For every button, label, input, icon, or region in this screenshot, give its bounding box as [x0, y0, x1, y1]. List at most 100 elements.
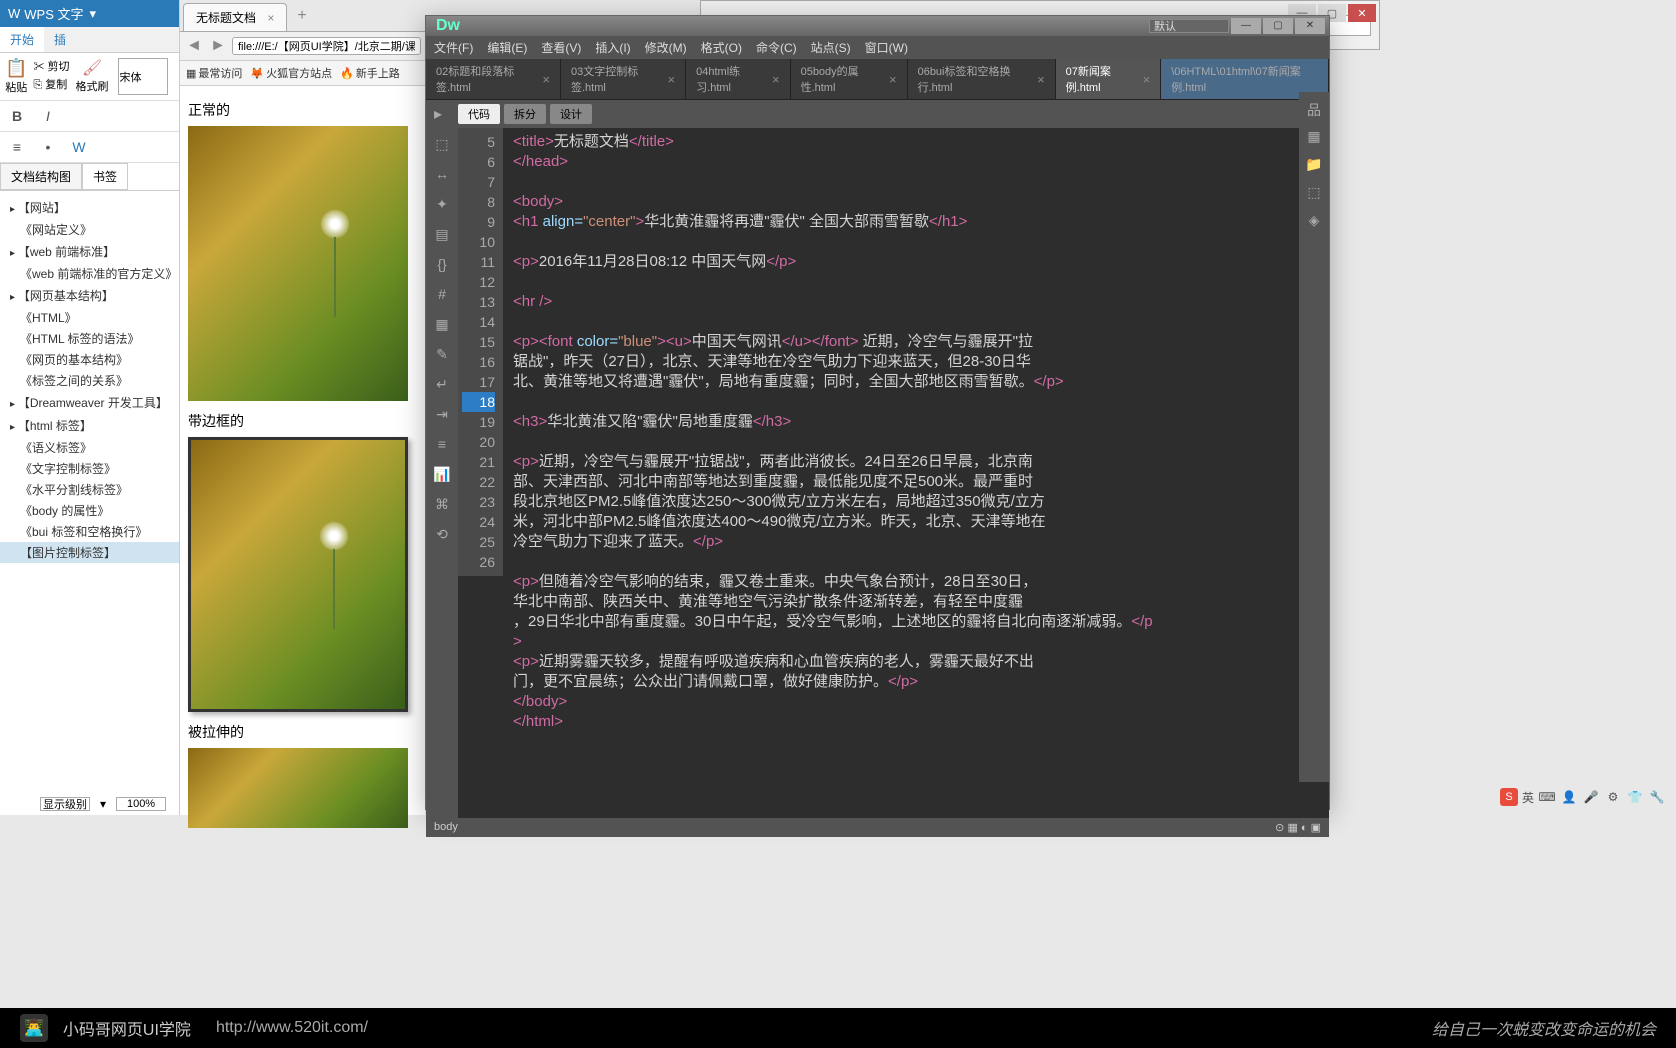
tab-close-icon[interactable]: × [542, 72, 550, 87]
format-painter-icon[interactable]: 🖌 [82, 58, 102, 78]
bold-button[interactable]: B [3, 104, 31, 128]
tree-section[interactable]: 【Dreamweaver 开发工具】 [0, 391, 179, 414]
tree-section[interactable]: 【web 前端标准】 [0, 240, 179, 263]
file-tab[interactable]: 04html练习.html× [686, 59, 790, 99]
url-bar[interactable] [232, 37, 421, 55]
new-tab-button[interactable]: + [289, 3, 314, 31]
expand-icon[interactable]: ▸ [434, 104, 454, 124]
dom-path[interactable]: body [434, 821, 458, 834]
menu-item[interactable]: 站点(S) [811, 39, 851, 56]
file-tab[interactable]: 05body的属性.html× [791, 59, 908, 99]
tool-snippet[interactable]: ⌘ [432, 496, 452, 512]
dw-close-button[interactable]: ✕ [1295, 18, 1325, 34]
ime-lang-label[interactable]: 英 [1522, 789, 1534, 806]
panel-files-icon[interactable]: 📁 [1304, 156, 1324, 174]
browser-tab[interactable]: 无标题文档 × [183, 3, 287, 31]
menu-item[interactable]: 修改(M) [645, 39, 687, 56]
wps-tab-start[interactable]: 开始 [0, 27, 44, 52]
bookmark-most-visited[interactable]: ▦ 最常访问 [186, 65, 242, 81]
tree-item[interactable]: 《语义标签》 [0, 437, 179, 458]
cut-button[interactable]: ✂ 剪切 [33, 58, 69, 74]
tree-item[interactable]: 《标签之间的关系》 [0, 370, 179, 391]
back-button[interactable]: ◄ [184, 36, 204, 56]
tab-close-icon[interactable]: × [772, 72, 780, 87]
sogou-ime-icon[interactable]: S [1500, 788, 1518, 806]
panel-dom-icon[interactable]: ◈ [1304, 212, 1324, 230]
tree-item[interactable]: 《文字控制标签》 [0, 458, 179, 479]
file-tab[interactable]: 07新闻案例.html× [1056, 59, 1162, 99]
font-select[interactable] [118, 58, 168, 95]
forward-button[interactable]: ► [208, 36, 228, 56]
tool-select[interactable]: ✦ [432, 196, 452, 212]
tab-close-icon[interactable]: × [668, 72, 676, 87]
tool-open-docs[interactable]: ⬚ [432, 136, 452, 152]
tab-close-icon[interactable]: × [267, 11, 274, 25]
close-button[interactable]: ✕ [1348, 4, 1376, 22]
wps-tab-insert[interactable]: 插 [44, 27, 76, 52]
copy-button[interactable]: ⎘ 复制 [33, 76, 69, 92]
word-icon[interactable]: W [65, 135, 93, 159]
menu-item[interactable]: 查看(V) [541, 39, 581, 56]
panel-assets-icon[interactable]: ⬚ [1304, 184, 1324, 202]
tree-item[interactable]: 《bui 标签和空格换行》 [0, 521, 179, 542]
bullet-icon[interactable]: • [34, 135, 62, 159]
zoom-label-input[interactable] [40, 797, 90, 811]
tool-line-num[interactable]: # [432, 286, 452, 302]
panel-insert-icon[interactable]: 品 [1304, 100, 1324, 118]
menu-item[interactable]: 窗口(W) [865, 39, 908, 56]
paste-icon[interactable]: 📋 [5, 58, 27, 79]
tool-chart[interactable]: 📊 [432, 466, 452, 482]
tool-syntax[interactable]: ✎ [432, 346, 452, 362]
tool-format[interactable]: ≡ [432, 436, 452, 452]
tray-skin-icon[interactable]: 👕 [1626, 788, 1644, 806]
tool-balance[interactable]: {} [432, 256, 452, 272]
tool-highlight[interactable]: ▦ [432, 316, 452, 332]
menu-item[interactable]: 命令(C) [756, 39, 797, 56]
tray-keyboard-icon[interactable]: ⌨ [1538, 788, 1556, 806]
tab-close-icon[interactable]: × [889, 72, 897, 87]
workspace-select[interactable] [1149, 19, 1229, 33]
align-icon[interactable]: ≡ [3, 135, 31, 159]
tab-close-icon[interactable]: × [1143, 72, 1151, 87]
tool-wrap[interactable]: ↵ [432, 376, 452, 392]
zoom-value-input[interactable] [116, 797, 166, 811]
tray-user-icon[interactable]: 👤 [1560, 788, 1578, 806]
italic-button[interactable]: I [34, 104, 62, 128]
tree-item[interactable]: 《网页的基本结构》 [0, 349, 179, 370]
tray-mic-icon[interactable]: 🎤 [1582, 788, 1600, 806]
menu-item[interactable]: 格式(O) [701, 39, 742, 56]
bookmark-tab[interactable]: 书签 [82, 163, 128, 190]
tree-section[interactable]: 【网页基本结构】 [0, 284, 179, 307]
view-tab-拆分[interactable]: 拆分 [504, 104, 546, 124]
file-tab[interactable]: 03文字控制标签.html× [561, 59, 686, 99]
tree-item[interactable]: 《HTML 标签的语法》 [0, 328, 179, 349]
bookmark-firefox[interactable]: 🦊 火狐官方站点 [250, 65, 332, 81]
file-tab[interactable]: 06bui标签和空格换行.html× [908, 59, 1056, 99]
tray-tool-icon[interactable]: 🔧 [1648, 788, 1666, 806]
tool-collapse[interactable]: ↔ [432, 166, 452, 182]
dw-max-button[interactable]: ▢ [1263, 18, 1293, 34]
tree-item[interactable]: 【图片控制标签】 [0, 542, 179, 563]
panel-css-icon[interactable]: ▦ [1304, 128, 1324, 146]
menu-item[interactable]: 插入(I) [595, 39, 630, 56]
file-tab[interactable]: 02标题和段落标签.html× [426, 59, 561, 99]
tool-code-nav[interactable]: ▤ [432, 226, 452, 242]
tray-settings-icon[interactable]: ⚙ [1604, 788, 1622, 806]
dw-min-button[interactable]: — [1231, 18, 1261, 34]
tool-recent[interactable]: ⟲ [432, 526, 452, 542]
tree-section[interactable]: 【网站】 [0, 196, 179, 219]
menu-item[interactable]: 文件(F) [434, 39, 473, 56]
tree-item[interactable]: 《web 前端标准的官方定义》 [0, 263, 179, 284]
tree-item[interactable]: 《水平分割线标签》 [0, 479, 179, 500]
tool-indent[interactable]: ⇥ [432, 406, 452, 422]
menu-item[interactable]: 编辑(E) [487, 39, 527, 56]
tree-section[interactable]: 【html 标签】 [0, 414, 179, 437]
tree-item[interactable]: 《HTML》 [0, 307, 179, 328]
tree-item[interactable]: 《body 的属性》 [0, 500, 179, 521]
view-tab-设计[interactable]: 设计 [550, 104, 592, 124]
view-tab-代码[interactable]: 代码 [458, 104, 500, 124]
bookmark-getting-started[interactable]: 🔥 新手上路 [340, 65, 400, 81]
tab-close-icon[interactable]: × [1037, 72, 1045, 87]
structure-tab[interactable]: 文档结构图 [0, 163, 82, 190]
tree-item[interactable]: 《网站定义》 [0, 219, 179, 240]
